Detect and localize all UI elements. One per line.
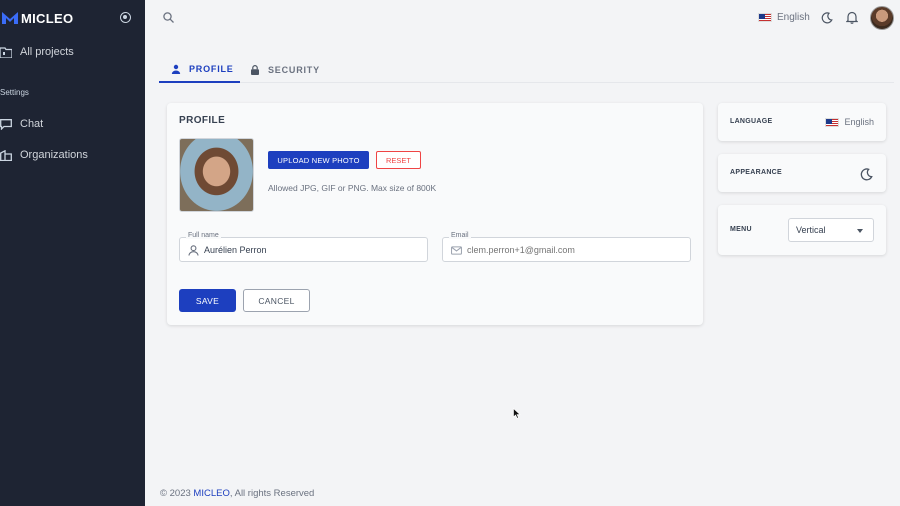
upload-photo-button[interactable]: UPLOAD NEW PHOTO	[268, 151, 369, 169]
full-name-input[interactable]	[204, 243, 404, 257]
profile-card: PROFILE UPLOAD NEW PHOTO RESET Allowed J…	[167, 103, 703, 325]
topbar: English	[145, 0, 900, 38]
chevron-down-icon	[857, 229, 863, 233]
sidebar-header: MICLEO	[0, 0, 145, 36]
upload-hint: Allowed JPG, GIF or PNG. Max size of 800…	[268, 183, 437, 193]
micleo-logo-icon	[2, 12, 18, 24]
language-label: English	[777, 12, 810, 23]
moon-icon[interactable]	[860, 168, 873, 181]
brand-name[interactable]: MICLEO	[21, 11, 73, 26]
sidebar: MICLEO All projects Settings Chat Organi…	[0, 0, 145, 506]
flag-us-icon	[825, 117, 840, 127]
search-icon[interactable]	[163, 12, 174, 23]
language-switcher[interactable]: English	[758, 12, 810, 23]
chat-icon	[0, 118, 12, 130]
sidebar-item-label: Chat	[20, 118, 44, 130]
language-card-switcher[interactable]: English	[825, 117, 874, 127]
footer-copyright: © 2023	[160, 488, 194, 499]
sidebar-toggle-icon[interactable]	[120, 12, 131, 23]
lock-icon	[251, 65, 259, 75]
email-label: Email	[449, 232, 471, 239]
user-outline-icon	[188, 245, 199, 256]
menu-card-label: MENU	[730, 226, 752, 233]
sidebar-section-settings: Settings	[0, 88, 29, 97]
appearance-card-label: APPEARANCE	[730, 169, 783, 176]
tab-profile[interactable]: PROFILE	[159, 57, 240, 83]
flag-us-icon	[758, 13, 772, 22]
email-field[interactable]: Email	[442, 232, 691, 262]
profile-card-title: PROFILE	[179, 115, 226, 126]
sidebar-item-all-projects[interactable]: All projects	[0, 46, 74, 58]
moon-icon[interactable]	[821, 12, 833, 24]
full-name-field[interactable]: Full name	[179, 232, 428, 262]
bell-icon[interactable]	[846, 11, 858, 24]
sidebar-item-chat[interactable]: Chat	[0, 118, 43, 130]
email-input[interactable]	[467, 243, 667, 257]
settings-tabs: PROFILE SECURITY	[159, 57, 894, 83]
reset-photo-button[interactable]: RESET	[376, 151, 421, 169]
menu-layout-select[interactable]: Vertical	[788, 218, 874, 242]
save-button[interactable]: SAVE	[179, 289, 236, 312]
menu-layout-value: Vertical	[796, 225, 826, 235]
profile-photo	[179, 138, 254, 212]
language-card: LANGUAGE English	[718, 103, 886, 141]
footer-brand-link[interactable]: MICLEO	[193, 488, 229, 499]
language-card-value: English	[844, 117, 874, 127]
tab-label: SECURITY	[268, 65, 320, 75]
user-icon	[171, 64, 181, 74]
mouse-cursor-icon	[513, 408, 521, 419]
tab-label: PROFILE	[189, 64, 234, 74]
appearance-card: APPEARANCE	[718, 154, 886, 192]
folder-icon	[0, 46, 12, 58]
sidebar-item-label: Organizations	[20, 149, 88, 161]
footer-rights: , All rights Reserved	[229, 488, 315, 499]
language-card-label: LANGUAGE	[730, 118, 773, 125]
menu-card: MENU Vertical	[718, 205, 886, 255]
tab-security[interactable]: SECURITY	[250, 57, 320, 83]
full-name-label: Full name	[186, 232, 221, 239]
sidebar-item-label: All projects	[20, 46, 74, 58]
avatar[interactable]	[870, 6, 894, 30]
building-icon	[0, 149, 12, 161]
cancel-button[interactable]: CANCEL	[243, 289, 310, 312]
sidebar-item-organizations[interactable]: Organizations	[0, 149, 88, 161]
mail-icon	[451, 246, 462, 255]
footer: © 2023 MICLEO, All rights Reserved	[160, 488, 314, 499]
